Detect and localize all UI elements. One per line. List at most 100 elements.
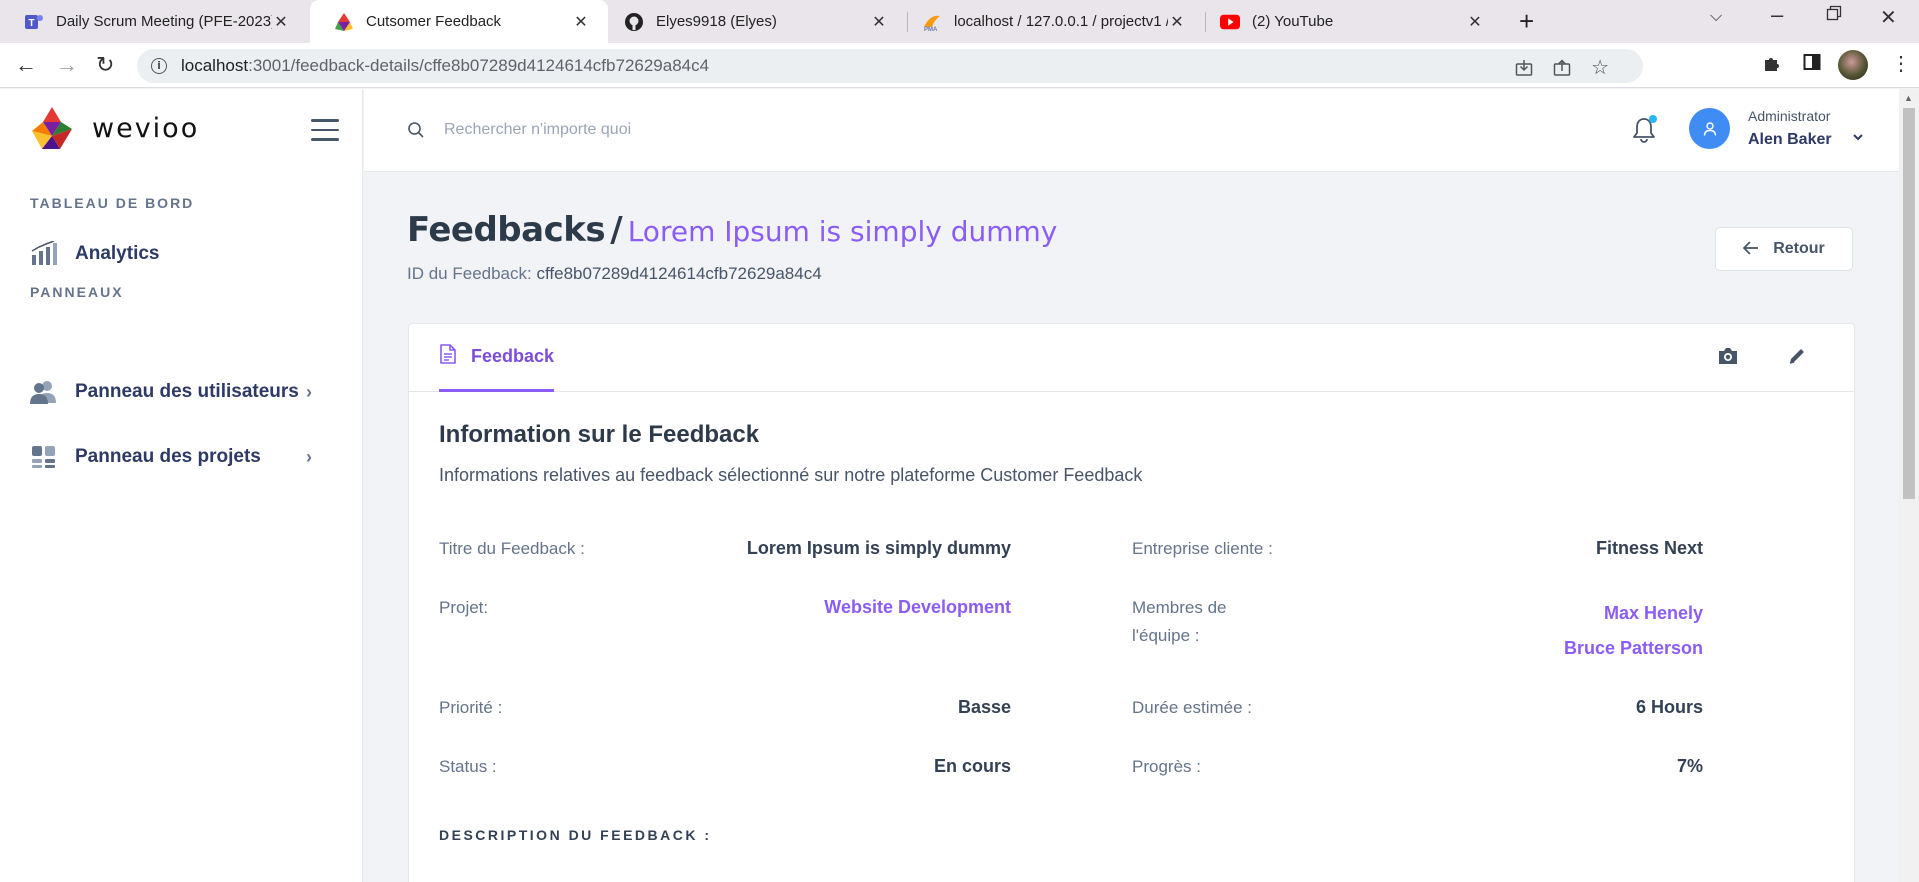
field-label-company: Entreprise cliente :	[1132, 539, 1273, 558]
feedback-id-label: ID du Feedback:	[407, 264, 532, 283]
wevioo-logo-icon	[32, 107, 72, 149]
field-value-project-link[interactable]: Website Development	[709, 597, 1011, 618]
site-info-icon[interactable]: i	[151, 58, 167, 74]
field-label-project: Projet:	[439, 598, 489, 617]
back-button[interactable]: Retour	[1715, 227, 1853, 271]
forward-arrow-icon[interactable]: →	[56, 53, 78, 77]
restore-icon[interactable]	[1826, 5, 1842, 26]
url-text: localhost:3001/feedback-details/cffe8b07…	[181, 56, 710, 75]
team-member-link[interactable]: Max Henely	[1409, 603, 1703, 624]
browser-tab-teams[interactable]: T Daily Scrum Meeting (PFE-2023) ✕	[0, 0, 308, 43]
tab-title: Elyes9918 (Elyes)	[656, 13, 777, 30]
feedback-id-value: cffe8b07289d4124614cfb72629a84c4	[536, 264, 822, 283]
hamburger-menu-icon[interactable]	[311, 119, 339, 148]
scroll-up-icon[interactable]: ▲	[1904, 93, 1913, 103]
tab-title: Daily Scrum Meeting (PFE-2023)	[56, 13, 272, 30]
browser-tabstrip: T Daily Scrum Meeting (PFE-2023) ✕ Cutso…	[0, 0, 1919, 43]
sidebar-item-label: Analytics	[75, 243, 160, 264]
tab-label: Feedback	[471, 346, 555, 366]
browser-tab-feedback[interactable]: Cutsomer Feedback ✕	[310, 0, 608, 43]
search-input[interactable]	[444, 115, 844, 145]
section-panels-heading: PANNEAUX	[30, 284, 124, 300]
tab-search-chevron-icon[interactable]: ⌵	[1710, 8, 1722, 26]
users-icon	[30, 378, 58, 406]
field-label-title: Titre du Feedback :	[439, 539, 585, 558]
user-avatar[interactable]	[1689, 108, 1730, 149]
breadcrumb-root[interactable]: Feedbacks	[407, 210, 606, 250]
field-label-team-line: Membres de	[1132, 598, 1227, 617]
section-subtitle: Informations relatives au feedback sélec…	[439, 465, 1143, 485]
install-app-icon[interactable]	[1515, 59, 1533, 82]
brand-logo[interactable]: wevioo	[30, 105, 199, 151]
youtube-icon	[1220, 12, 1240, 32]
reload-icon[interactable]: ↻	[96, 53, 114, 77]
projects-icon	[30, 443, 58, 471]
close-icon[interactable]: ✕	[1168, 12, 1186, 32]
field-value-progress: 7%	[1676, 756, 1703, 776]
analytics-icon	[30, 240, 58, 268]
feedback-card: Feedback Information sur le Feedback Inf…	[408, 323, 1855, 882]
arrow-left-icon	[1742, 239, 1759, 260]
phpmyadmin-icon: PMA	[922, 12, 942, 32]
notification-dot	[1649, 115, 1657, 123]
minimize-icon[interactable]: –	[1771, 2, 1783, 28]
brand-name: wevioo	[92, 112, 200, 144]
browser-tab-github[interactable]: Elyes9918 (Elyes) ✕	[600, 0, 906, 43]
camera-icon[interactable]	[1717, 346, 1739, 371]
sidebar-item-label: Panneau des projets	[75, 446, 261, 467]
breadcrumb-current: Lorem Ipsum is simply dummy	[627, 215, 1058, 248]
bookmark-star-icon[interactable]: ☆	[1591, 58, 1609, 82]
field-value-priority: Basse	[957, 697, 1011, 717]
back-arrow-icon[interactable]: ←	[15, 53, 37, 77]
browser-menu-kebab-icon[interactable]: ⋮	[1891, 51, 1911, 76]
page-scrollbar[interactable]: ▲	[1899, 89, 1919, 882]
tab-title: localhost / 127.0.0.1 / projectv1 /	[954, 13, 1168, 30]
notification-bell-icon[interactable]	[1632, 115, 1657, 148]
close-icon[interactable]: ✕	[272, 12, 290, 32]
side-panel-icon[interactable]	[1803, 53, 1821, 77]
app-topbar: Administrator Alen Baker	[364, 89, 1899, 172]
field-label-team-line: l'équipe :	[1132, 626, 1200, 645]
extensions-puzzle-icon[interactable]	[1762, 53, 1782, 79]
field-label-status: Status :	[439, 757, 497, 776]
svg-text:T: T	[28, 18, 34, 29]
field-value-status: En cours	[933, 756, 1011, 776]
wevioo-icon	[334, 12, 354, 32]
browser-tab-youtube[interactable]: (2) YouTube ✕	[1196, 0, 1502, 43]
field-label-team: Membres de l'équipe :	[1132, 594, 1226, 650]
teams-icon: T	[24, 12, 44, 32]
chevron-down-icon[interactable]	[1852, 130, 1864, 146]
field-label-priority: Priorité :	[439, 698, 503, 717]
sidebar-item-analytics[interactable]: Analytics	[30, 240, 159, 268]
card-tabs: Feedback	[409, 324, 1854, 392]
new-tab-plus-icon[interactable]: +	[1519, 8, 1534, 34]
close-icon[interactable]: ✕	[1466, 12, 1484, 32]
profile-avatar[interactable]	[1838, 50, 1868, 80]
url-field[interactable]: i localhost:3001/feedback-details/cffe8b…	[137, 49, 1643, 83]
field-label-duration: Durée estimée :	[1132, 698, 1252, 717]
sidebar-item-label: Panneau des utilisateurs	[75, 381, 299, 402]
tab-feedback[interactable]: Feedback	[439, 324, 555, 392]
search-icon	[407, 121, 425, 144]
sidebar-item-projects-panel[interactable]: Panneau des projets ›	[30, 443, 312, 471]
address-bar: ← → ↻ i localhost:3001/feedback-details/…	[0, 43, 1919, 88]
sidebar-item-users-panel[interactable]: Panneau des utilisateurs ›	[30, 378, 312, 406]
share-icon[interactable]	[1553, 59, 1571, 82]
close-icon[interactable]: ✕	[572, 12, 590, 32]
feedback-id: ID du Feedback: cffe8b07289d4124614cfb72…	[407, 264, 822, 284]
team-member-link[interactable]: Bruce Patterson	[1409, 638, 1703, 659]
scrollbar-thumb[interactable]	[1903, 108, 1915, 499]
browser-tab-phpmyadmin[interactable]: PMA localhost / 127.0.0.1 / projectv1 / …	[898, 0, 1204, 43]
breadcrumb: Feedbacks / Lorem Ipsum is simply dummy	[407, 210, 1057, 250]
window-close-icon[interactable]: ✕	[1880, 5, 1897, 30]
close-icon[interactable]: ✕	[870, 12, 888, 32]
user-role: Administrator	[1748, 108, 1831, 124]
user-name[interactable]: Alen Baker	[1748, 131, 1832, 149]
field-value-title: Lorem Ipsum is simply dummy	[746, 538, 1011, 558]
section-dashboard-heading: TABLEAU DE BORD	[30, 195, 195, 211]
user-icon	[1703, 121, 1716, 136]
chevron-right-icon: ›	[306, 381, 312, 402]
edit-pencil-icon[interactable]	[1787, 346, 1807, 371]
breadcrumb-separator: /	[610, 210, 623, 250]
field-value-company: Fitness Next	[1595, 538, 1703, 558]
